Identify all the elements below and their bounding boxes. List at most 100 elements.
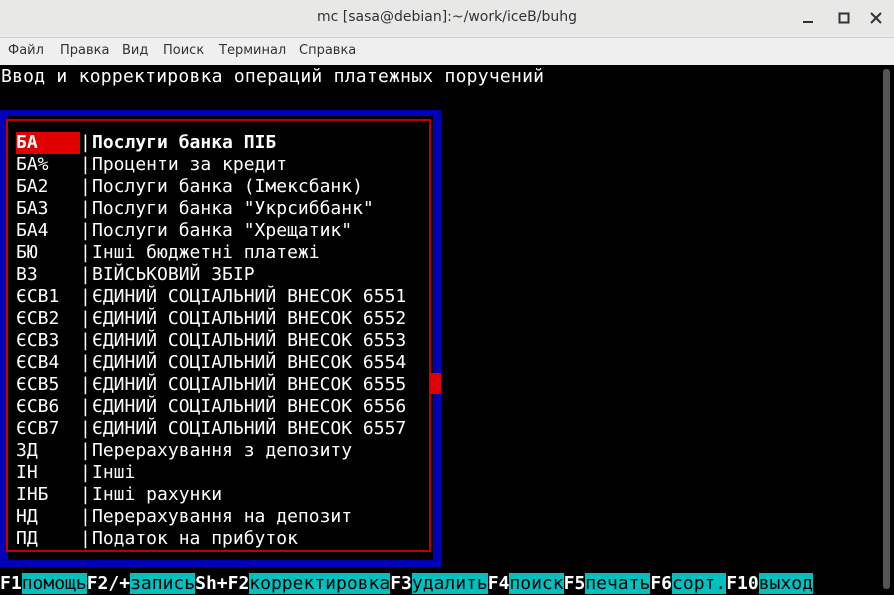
list-item[interactable]: НД |Перерахування на депозит — [16, 506, 406, 528]
list-item-separator: | — [80, 176, 91, 197]
menubar: Файл Правка Вид Поиск Терминал Справка — [0, 38, 894, 65]
list-item[interactable]: ВЗ |ВІЙСЬКОВИЙ ЗБІР — [16, 264, 406, 286]
list-item-code: БЮ — [16, 242, 38, 263]
list-item-code: ЗД — [16, 440, 38, 461]
list-item-name: ЄДИНИЙ СОЦІАЛЬНИЙ ВНЕСОК 6554 — [92, 352, 407, 373]
list-item-code: БА — [16, 132, 80, 154]
list-item-name: ЄДИНИЙ СОЦІАЛЬНИЙ ВНЕСОК 6555 — [92, 374, 407, 395]
list-item-name: ЄДИНИЙ СОЦІАЛЬНИЙ ВНЕСОК 6553 — [92, 330, 407, 351]
list-item-name: Інші рахунки — [92, 484, 223, 505]
list-item-code: ЄСВ3 — [16, 330, 60, 351]
fkey-label[interactable]: поиск — [509, 573, 564, 594]
fkey-key[interactable]: F2/+ — [87, 573, 130, 594]
list-item-separator: | — [80, 484, 91, 505]
menu-edit[interactable]: Правка — [60, 43, 109, 58]
list-item-separator: | — [80, 330, 91, 351]
menu-terminal[interactable]: Терминал — [219, 43, 286, 58]
list-item-name: Послуги банка (Імексбанк) — [92, 176, 363, 197]
terminal-screen[interactable]: Ввод и корректировка операций платежных … — [0, 65, 880, 595]
fkey-key[interactable]: F5 — [564, 573, 586, 594]
fkey-key[interactable]: F4 — [488, 573, 510, 594]
list-item-code: ЄСВ6 — [16, 396, 60, 417]
list-item[interactable]: ЄСВ1 |ЄДИНИЙ СОЦІАЛЬНИЙ ВНЕСОК 6551 — [16, 286, 406, 308]
list-item-separator: | — [80, 528, 91, 549]
list-item[interactable]: БА2 |Послуги банка (Імексбанк) — [16, 176, 406, 198]
list-item-separator: | — [80, 374, 91, 395]
menu-file[interactable]: Файл — [8, 43, 44, 58]
list-item[interactable]: БА3 |Послуги банка "Укрсиббанк" — [16, 198, 406, 220]
list-item-name: Проценти за кредит — [92, 154, 288, 175]
list-item-code: БА2 — [16, 176, 49, 197]
fkey-key[interactable]: F3 — [390, 573, 412, 594]
list-item[interactable]: БА |Послуги банка ПІБ — [16, 132, 406, 154]
terminal-scrollbar[interactable] — [880, 65, 894, 595]
list-item-code: ЄСВ2 — [16, 308, 60, 329]
list-item-code: ІН — [16, 462, 38, 483]
list-item-code: ВЗ — [16, 264, 38, 285]
list-item[interactable]: ІНБ |Інші рахунки — [16, 484, 406, 506]
list-item-name: ЄДИНИЙ СОЦІАЛЬНИЙ ВНЕСОК 6552 — [92, 308, 407, 329]
fkey-label[interactable]: удалить — [411, 573, 488, 594]
minimize-icon[interactable] — [798, 8, 818, 28]
list-item-separator: | — [80, 132, 91, 153]
list-item-separator: | — [80, 220, 91, 241]
list-item[interactable]: ЄСВ5 |ЄДИНИЙ СОЦІАЛЬНИЙ ВНЕСОК 6555 — [16, 374, 406, 396]
fkey-key[interactable]: F6 — [650, 573, 672, 594]
list-item-separator: | — [80, 352, 91, 373]
fkey-label[interactable]: сорт. — [672, 573, 727, 594]
fkey-key[interactable]: F10 — [726, 573, 759, 594]
list-item[interactable]: БЮ |Інші бюджетні платежі — [16, 242, 406, 264]
window-titlebar: mc [sasa@debian]:~/work/iceB/buhg — [0, 0, 894, 38]
list-item[interactable]: ЄСВ6 |ЄДИНИЙ СОЦІАЛЬНИЙ ВНЕСОК 6556 — [16, 396, 406, 418]
list-item-code: ЄСВ1 — [16, 286, 60, 307]
list-item-name: Послуги банка "Хрещатик" — [92, 220, 353, 241]
fkey-label[interactable]: выход — [758, 573, 813, 594]
list-item[interactable]: ЄСВ4 |ЄДИНИЙ СОЦІАЛЬНИЙ ВНЕСОК 6554 — [16, 352, 406, 374]
fkey-key[interactable]: F1 — [0, 573, 22, 594]
fkey-key[interactable]: Sh+F2 — [195, 573, 249, 594]
list-item[interactable]: БА% |Проценти за кредит — [16, 154, 406, 176]
list-item-separator: | — [80, 264, 91, 285]
menu-help[interactable]: Справка — [299, 43, 356, 58]
list-item-name: ВІЙСЬКОВИЙ ЗБІР — [92, 264, 255, 285]
list-scroll-indicator[interactable] — [430, 373, 441, 394]
list-item[interactable]: ПД |Податок на прибуток — [16, 528, 406, 550]
fkey-label[interactable]: помощь — [21, 573, 87, 594]
list-item-name: Перерахування на депозит — [92, 506, 353, 527]
list-item[interactable]: ЄСВ2 |ЄДИНИЙ СОЦІАЛЬНИЙ ВНЕСОК 6552 — [16, 308, 406, 330]
list-item[interactable]: ЄСВ7 |ЄДИНИЙ СОЦІАЛЬНИЙ ВНЕСОК 6557 — [16, 418, 406, 440]
list-item-code: НД — [16, 506, 38, 527]
list-item-code: БА4 — [16, 220, 49, 241]
list-item-separator: | — [80, 396, 91, 417]
menu-search[interactable]: Поиск — [163, 43, 204, 58]
list-panel: БА |Послуги банка ПІБ БА% |Проценти за кред… — [0, 110, 441, 567]
list-item-name: Інші — [92, 462, 136, 483]
list-item[interactable]: ЄСВ3 |ЄДИНИЙ СОЦІАЛЬНИЙ ВНЕСОК 6553 — [16, 330, 406, 352]
list-item-code: БА% — [16, 154, 49, 175]
list-item-code: БА3 — [16, 198, 49, 219]
function-key-bar: F1помощьF2/+записьSh+F2корректировкаF3уд… — [0, 573, 813, 595]
list-item[interactable]: ЗД |Перерахування з депозиту — [16, 440, 406, 462]
fkey-label[interactable]: печать — [585, 573, 651, 594]
terminal-scrollbar-thumb[interactable] — [883, 69, 890, 589]
list-item-separator: | — [80, 308, 91, 329]
list-item-name: ЄДИНИЙ СОЦІАЛЬНИЙ ВНЕСОК 6557 — [92, 418, 407, 439]
list-item-code: ЄСВ7 — [16, 418, 60, 439]
screen-header: Ввод и корректировка операций платежных … — [1, 66, 545, 87]
list-item-name: ЄДИНИЙ СОЦІАЛЬНИЙ ВНЕСОК 6551 — [92, 286, 407, 307]
menu-view[interactable]: Вид — [122, 43, 148, 58]
window-title: mc [sasa@debian]:~/work/iceB/buhg — [317, 9, 577, 25]
list-item-name: Податок на прибуток — [92, 528, 298, 549]
list-item-code: ПД — [16, 528, 38, 549]
fkey-label[interactable]: запись — [130, 573, 196, 594]
list-item-separator: | — [80, 198, 91, 219]
maximize-icon[interactable] — [834, 8, 854, 28]
list-item-code: ЄСВ4 — [16, 352, 60, 373]
list-item-name: Інші бюджетні платежі — [92, 242, 320, 263]
fkey-label[interactable]: корректировка — [249, 573, 391, 594]
operations-list: БА |Послуги банка ПІБ БА% |Проценти за кред… — [16, 132, 406, 550]
list-item[interactable]: ІН |Інші — [16, 462, 406, 484]
list-item[interactable]: БА4 |Послуги банка "Хрещатик" — [16, 220, 406, 242]
list-item-name: ЄДИНИЙ СОЦІАЛЬНИЙ ВНЕСОК 6556 — [92, 396, 407, 417]
close-icon[interactable] — [866, 8, 886, 28]
